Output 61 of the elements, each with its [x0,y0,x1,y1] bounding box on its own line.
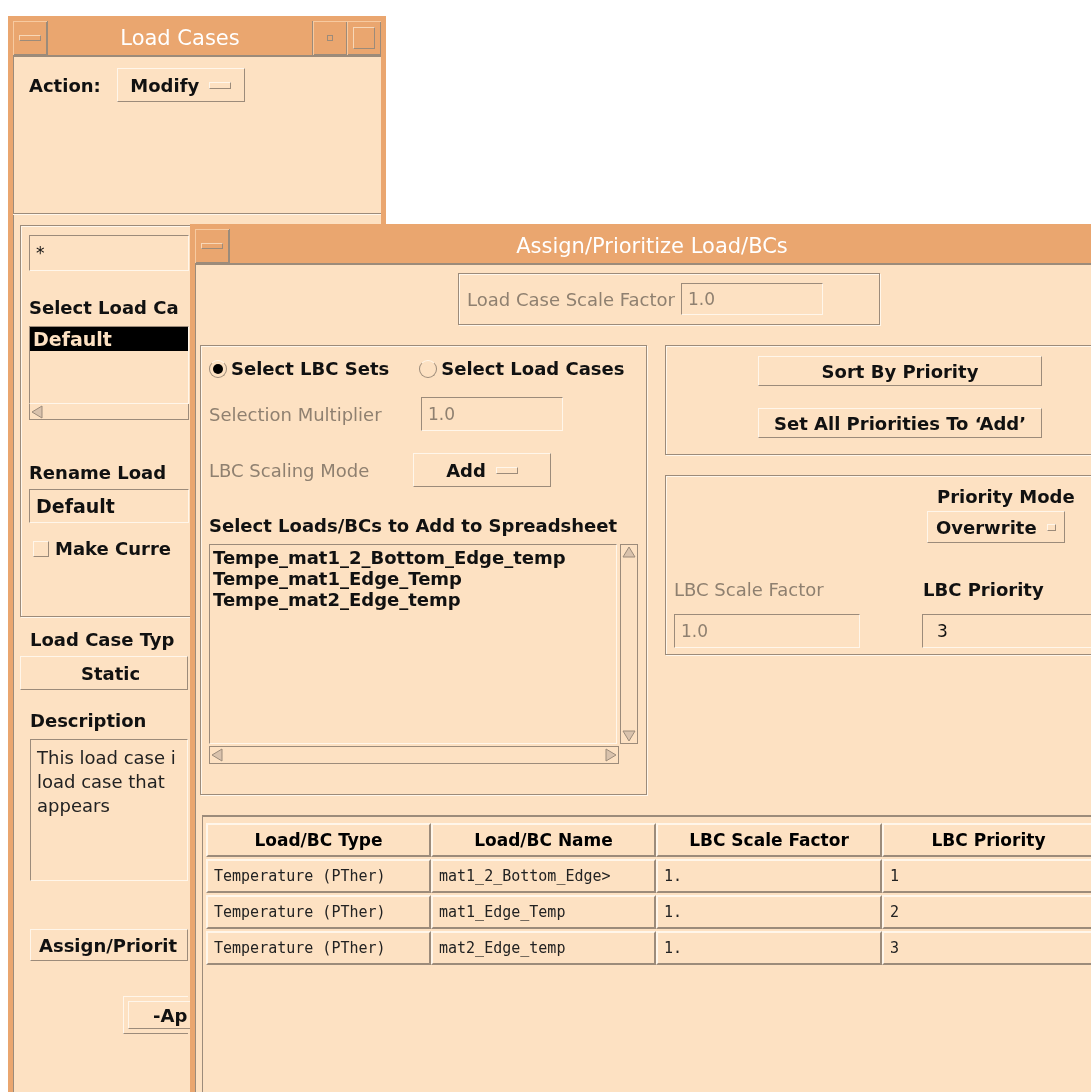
column-header[interactable]: Load/BC Name [431,823,656,857]
arrow-icon[interactable] [210,748,224,762]
table-cell: mat1_2_Bottom_Edge> [431,859,656,893]
table-cell: 1. [656,859,882,893]
scrollbar[interactable] [620,544,638,744]
scale-factor-label: Load Case Scale Factor [467,288,675,310]
list-item[interactable]: Tempe_mat1_2_Bottom_Edge_temp [213,547,613,568]
load-case-type-button[interactable]: Static [20,656,188,690]
arrow-icon[interactable] [604,748,618,762]
window-title: Assign/Prioritize Load/BCs [229,229,1091,263]
selection-multiplier-label: Selection Multiplier [209,403,383,425]
table-cell: mat2_Edge_temp [431,931,656,965]
table-cell: 1. [656,895,882,929]
list-item[interactable]: Default [30,327,188,351]
scrollbar[interactable] [29,404,189,420]
lbc-scale-factor-label: LBC Scale Factor [674,579,825,602]
option-menu[interactable]: Overwrite [927,511,1065,543]
maximize-button[interactable] [347,21,381,55]
table-cell: Temperature (PTher) [206,859,431,893]
rename-field[interactable]: Default [29,489,189,523]
checkbox-label: Make Curre [55,538,171,559]
select-load-case-label: Select Load Ca [29,297,180,318]
table-cell: 1 [882,859,1091,893]
lbc-priority-label: LBC Priority [923,579,1045,602]
table-cell: Temperature (PTher) [206,931,431,965]
column-header[interactable]: LBC Scale Factor [656,823,882,857]
assign-button[interactable]: Assign/Priorit [30,929,188,961]
description-label: Description [30,710,148,731]
option-indicator-icon [1046,523,1056,531]
scrollbar[interactable] [209,746,619,764]
arrow-icon[interactable] [622,545,636,559]
table-cell: 1. [656,931,882,965]
list-item[interactable]: Tempe_mat1_Edge_Temp [213,568,613,589]
minimize-button[interactable] [313,21,347,55]
apply-button[interactable]: -Ap [128,1001,192,1029]
priority-mode-label: Priority Mode [937,486,1075,507]
arrow-icon[interactable] [30,404,44,419]
rename-label: Rename Load [29,462,168,483]
column-header[interactable]: LBC Priority [882,823,1091,857]
checkbox[interactable] [33,540,49,557]
filter-field[interactable]: * [29,235,189,271]
option-indicator-icon [495,466,518,474]
description-field[interactable]: This load case i load case that appears [30,739,188,881]
table-cell: mat1_Edge_Temp [431,895,656,929]
option-indicator-icon [209,81,232,89]
lbc-priority-field[interactable]: 3 [922,614,1091,648]
list-item[interactable]: Tempe_mat2_Edge_temp [213,589,613,610]
arrow-icon[interactable] [622,729,636,743]
table-cell: 2 [882,895,1091,929]
loads-list-label: Select Loads/BCs to Add to Spreadsheet [209,515,619,536]
table-cell: 3 [882,931,1091,965]
window-menu-button[interactable] [13,21,47,55]
action-button[interactable]: Set All Priorities To ‘Add’ [758,408,1042,438]
column-header[interactable]: Load/BC Type [206,823,431,857]
action-label: Action: [29,74,101,96]
action-button[interactable]: Sort By Priority [758,356,1042,386]
option-menu[interactable]: Modify [116,68,245,102]
table-cell: Temperature (PTher) [206,895,431,929]
scaling-mode-label: LBC Scaling Mode [209,459,371,481]
load-case-type-label: Load Case Typ [30,629,176,650]
window-menu-button[interactable] [195,229,229,263]
